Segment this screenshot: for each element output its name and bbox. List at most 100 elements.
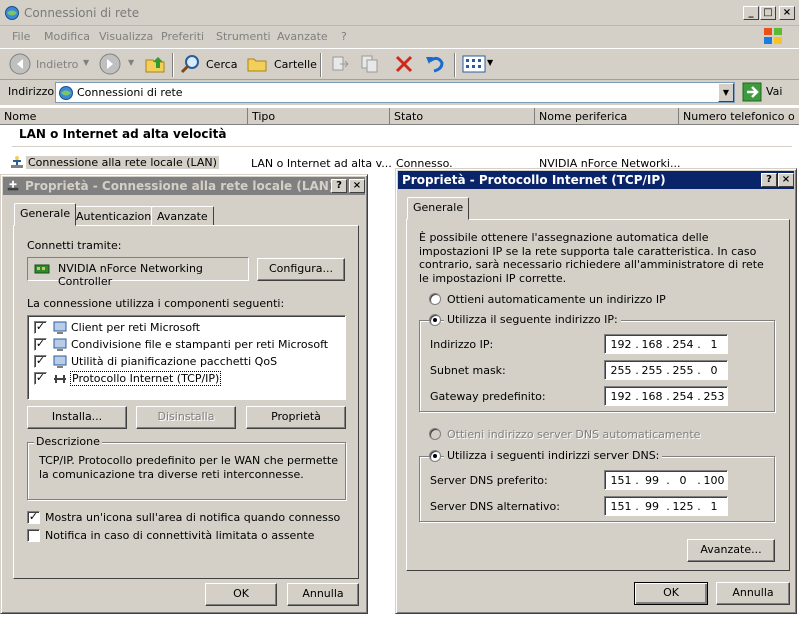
menu-help[interactable]: ? (341, 30, 347, 43)
menu-file[interactable]: File (12, 30, 30, 43)
ip-octet: 100 (703, 474, 725, 487)
column-name[interactable]: Nome (0, 108, 248, 125)
folders-button-label[interactable]: Cartelle (274, 58, 317, 71)
forward-dropdown-icon[interactable]: ▼ (128, 58, 134, 67)
component-label[interactable]: Utilità di pianificazione pacchetti QoS (71, 355, 277, 368)
help-button[interactable]: ? (761, 173, 777, 187)
close-button[interactable]: × (349, 179, 365, 193)
tcpip-cancel-button[interactable]: Annulla (716, 582, 790, 605)
network-card-icon (34, 264, 50, 274)
folder-up-icon[interactable] (144, 53, 166, 75)
copy-to-icon[interactable] (360, 54, 380, 74)
properties-button[interactable]: Proprietà (246, 406, 346, 429)
go-arrow-icon[interactable] (742, 82, 762, 102)
ip-octet: 1 (710, 338, 718, 351)
components-label: La connessione utilizza i componenti seg… (27, 297, 285, 310)
windows-logo-icon (764, 28, 782, 44)
address-input[interactable]: Connessioni di rete ▼ (55, 82, 735, 103)
gateway-field[interactable]: 192. 168. 254. 253 (604, 386, 728, 406)
menu-advanced[interactable]: Avanzate (277, 30, 328, 43)
delete-icon[interactable] (394, 54, 414, 74)
minimize-button[interactable]: _ (743, 6, 759, 20)
toolbar: Indietro ▼ ▼ Cerca Cartelle ▼ (0, 48, 799, 80)
menu-favorites[interactable]: Preferiti (161, 30, 204, 43)
close-button[interactable]: × (779, 6, 795, 20)
ip-address-field[interactable]: 192. 168. 254. 1 (604, 334, 728, 354)
go-button-label[interactable]: Vai (766, 85, 782, 98)
tcpip-properties-dialog: Proprietà - Protocollo Internet (TCP/IP)… (395, 168, 797, 614)
back-arrow-icon[interactable] (8, 52, 32, 76)
manual-dns-radio[interactable] (429, 450, 441, 462)
back-dropdown-icon[interactable]: ▼ (83, 58, 89, 67)
show-icon-label[interactable]: Mostra un'icona sull'area di notifica qu… (45, 511, 340, 524)
back-button-label[interactable]: Indietro (36, 58, 78, 71)
install-button[interactable]: Installa... (27, 406, 127, 429)
tcpip-ok-button[interactable]: OK (634, 582, 708, 605)
maximize-button[interactable]: □ (760, 6, 776, 20)
auto-dns-label: Ottieni indirizzo server DNS automaticam… (447, 428, 701, 441)
address-dropdown-button[interactable]: ▼ (718, 83, 734, 102)
menu-edit[interactable]: Modifica (44, 30, 90, 43)
manual-ip-label[interactable]: Utilizza il seguente indirizzo IP: (444, 313, 621, 326)
tab-authentication[interactable]: Autenticazione (70, 206, 165, 226)
connection-name[interactable]: Connessione alla rete locale (LAN) (26, 156, 219, 169)
toolbar-separator (172, 53, 174, 77)
auto-ip-label[interactable]: Ottieni automaticamente un indirizzo IP (447, 293, 666, 306)
component-label[interactable]: Client per reti Microsoft (71, 321, 200, 334)
tab-general[interactable]: Generale (407, 197, 470, 220)
close-button[interactable]: × (778, 173, 794, 187)
notify-checkbox[interactable] (27, 529, 40, 542)
lan-cancel-button[interactable]: Annulla (287, 583, 359, 606)
forward-arrow-icon[interactable] (98, 52, 122, 76)
lan-ok-button[interactable]: OK (205, 583, 277, 606)
column-type[interactable]: Tipo (248, 108, 390, 125)
description-groupbox: Descrizione TCP/IP. Protocollo predefini… (27, 435, 346, 500)
help-button[interactable]: ? (331, 179, 347, 193)
folders-icon[interactable] (246, 53, 268, 75)
alternate-dns-field[interactable]: 151. 99. 125. 1 (604, 496, 728, 516)
notify-label[interactable]: Notifica in caso di connettività limitat… (45, 529, 314, 542)
manual-ip-radio[interactable] (429, 314, 441, 326)
network-connections-icon (59, 86, 73, 100)
component-label[interactable]: Condivisione file e stampanti per reti M… (71, 338, 328, 351)
uninstall-button: Disinstalla (136, 406, 236, 429)
search-button-label[interactable]: Cerca (206, 58, 238, 71)
column-status[interactable]: Stato (390, 108, 535, 125)
views-dropdown-icon[interactable]: ▼ (487, 58, 493, 67)
tab-general[interactable]: Generale (14, 203, 77, 226)
component-checkbox[interactable]: ✓ (34, 338, 47, 351)
ip-octet: 99 (645, 474, 659, 487)
move-to-icon[interactable] (330, 54, 350, 74)
configure-button[interactable]: Configura... (257, 258, 345, 281)
menu-tools[interactable]: Strumenti (216, 30, 271, 43)
lan-properties-dialog: Proprietà - Connessione alla rete locale… (0, 174, 368, 614)
component-checkbox[interactable]: ✓ (34, 321, 47, 334)
advanced-button[interactable]: Avanzate... (687, 539, 775, 562)
manual-dns-label[interactable]: Utilizza i seguenti indirizzi server DNS… (444, 449, 663, 462)
undo-icon[interactable] (424, 53, 446, 75)
views-icon[interactable] (462, 54, 486, 74)
search-icon[interactable] (180, 53, 202, 75)
dns-groupbox: Utilizza i seguenti indirizzi server DNS… (419, 449, 775, 522)
ip-octet: 99 (645, 500, 659, 513)
ip-octet: 125 (672, 500, 694, 513)
lan-connection-icon (7, 180, 19, 191)
preferred-dns-field[interactable]: 151. 99. 0. 100 (604, 470, 728, 490)
show-icon-checkbox[interactable]: ✓ (27, 511, 40, 524)
menu-view[interactable]: Visualizza (99, 30, 153, 43)
column-device-name[interactable]: Nome periferica (535, 108, 679, 125)
lan-dialog-titlebar: Proprietà - Connessione alla rete locale… (3, 177, 365, 195)
menu-bar: File Modifica Visualizza Preferiti Strum… (0, 26, 799, 48)
component-label[interactable]: Protocollo Internet (TCP/IP) (69, 371, 222, 386)
components-list[interactable]: ✓ Client per reti Microsoft ✓ Condivisio… (27, 315, 346, 400)
column-phone-number[interactable]: Numero telefonico o indi (679, 108, 799, 125)
tab-advanced[interactable]: Avanzate (151, 206, 214, 226)
group-title: LAN o Internet ad alta velocità (19, 127, 227, 141)
component-checkbox[interactable]: ✓ (34, 355, 47, 368)
auto-dns-radio (429, 428, 441, 440)
subnet-mask-label: Subnet mask: (430, 364, 506, 377)
component-checkbox[interactable]: ✓ (34, 372, 47, 385)
subnet-mask-field[interactable]: 255. 255. 255. 0 (604, 360, 728, 380)
ip-octet: 254 (672, 338, 694, 351)
auto-ip-radio[interactable] (429, 293, 441, 305)
